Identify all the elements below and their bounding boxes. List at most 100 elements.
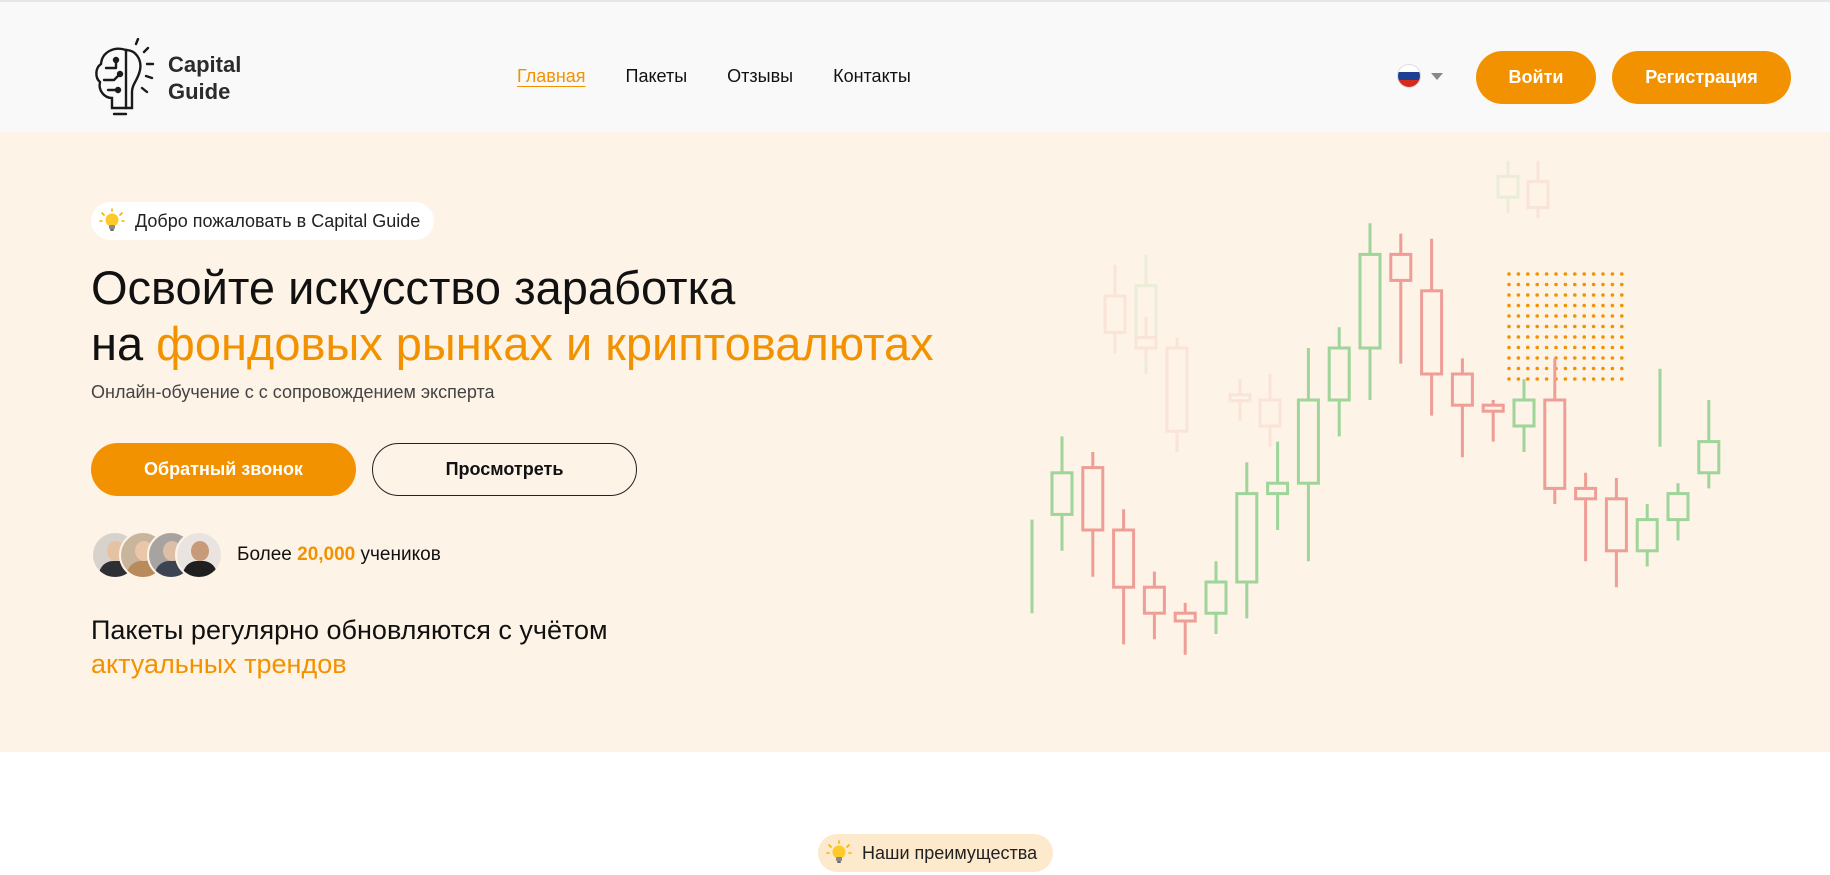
decor-dot	[1601, 272, 1605, 276]
decor-dot	[1582, 335, 1586, 339]
register-button[interactable]: Регистрация	[1612, 51, 1791, 104]
decor-dot	[1601, 345, 1605, 350]
decor-dot	[1516, 377, 1521, 381]
decor-dot	[1563, 314, 1568, 318]
decor-dot	[1535, 293, 1539, 297]
decor-dot	[1535, 282, 1539, 287]
decor-dot	[1554, 314, 1558, 318]
chart-candle	[1450, 358, 1474, 458]
decor-dot	[1610, 324, 1615, 329]
faded-candle	[1228, 379, 1252, 421]
decor-dot	[1620, 282, 1624, 287]
decor-dot	[1591, 366, 1596, 371]
decor-dot	[1591, 324, 1596, 329]
faded-candle	[1103, 264, 1127, 354]
decor-dot	[1610, 377, 1615, 381]
decor-dot	[1573, 377, 1577, 381]
students-prefix: Более	[237, 544, 292, 565]
decor-dot	[1620, 293, 1624, 297]
decor-dot	[1610, 282, 1615, 287]
students-text: Более 20,000 учеников	[237, 544, 441, 566]
view-button[interactable]: Просмотреть	[372, 443, 637, 496]
decor-dot	[1582, 377, 1586, 381]
decor-dot	[1573, 272, 1577, 276]
decor-dot	[1573, 356, 1577, 360]
decor-dot	[1516, 303, 1521, 308]
decor-dot	[1526, 314, 1530, 318]
decor-dot	[1573, 303, 1577, 308]
decor-dot	[1507, 366, 1511, 371]
chart-candle	[1481, 400, 1505, 442]
chart-candle	[1204, 561, 1228, 634]
decor-dot	[1526, 324, 1530, 329]
decor-dot	[1544, 345, 1549, 350]
decor-dot	[1563, 377, 1568, 381]
decor-dot	[1563, 324, 1568, 329]
welcome-badge: Добро пожаловать в Capital Guide	[91, 202, 435, 240]
decor-dot	[1563, 282, 1568, 287]
decor-dot	[1582, 356, 1586, 360]
decor-dot	[1620, 324, 1624, 329]
welcome-text: Добро пожаловать в Capital Guide	[135, 210, 421, 231]
decor-dot	[1554, 335, 1558, 339]
decor-dot	[1620, 356, 1624, 360]
decor-dot	[1620, 303, 1624, 308]
decor-dot	[1563, 345, 1568, 350]
students-count: 20,000	[297, 544, 356, 565]
hero-subline: Онлайн-обучение с с сопровождением экспе…	[91, 382, 495, 402]
chart-candle	[1081, 452, 1105, 577]
decor-dot	[1544, 303, 1549, 308]
callback-button[interactable]: Обратный звонок	[91, 443, 356, 496]
decor-dot	[1610, 293, 1615, 297]
logo[interactable]: Capital Guide	[92, 38, 241, 118]
nav-item-packages[interactable]: Пакеты	[626, 66, 688, 87]
language-selector[interactable]	[1397, 64, 1443, 88]
login-button[interactable]: Войти	[1476, 51, 1596, 104]
decor-dot	[1535, 356, 1539, 360]
chart-candle	[1389, 233, 1413, 364]
lightbulb-icon	[99, 208, 125, 231]
decor-dot	[1573, 345, 1577, 350]
decor-dot	[1507, 377, 1511, 381]
decor-dot	[1591, 314, 1596, 318]
decor-dot	[1507, 293, 1511, 297]
decor-dot	[1620, 345, 1624, 350]
decor-dot	[1535, 335, 1539, 339]
dot-grid-decoration	[1507, 272, 1624, 381]
decor-dot	[1610, 366, 1615, 371]
nav-item-contacts[interactable]: Контакты	[833, 66, 911, 87]
decor-dot	[1620, 335, 1624, 339]
chart-candle	[1266, 441, 1290, 530]
hero-section: Добро пожаловать в Capital Guide Освойте…	[0, 132, 1830, 752]
nav-item-home[interactable]: Главная	[517, 66, 586, 87]
decor-dot	[1610, 356, 1615, 360]
decor-dot	[1526, 377, 1530, 381]
candlestick-illustration	[1030, 160, 1721, 655]
decor-dot	[1582, 345, 1586, 350]
avatar	[175, 531, 223, 579]
decor-dot	[1601, 366, 1605, 371]
hero-headline: Освойте искусство заработка на фондовых …	[91, 260, 934, 372]
decor-dot	[1507, 282, 1511, 287]
decor-dot	[1516, 293, 1521, 297]
decor-dot	[1516, 345, 1521, 350]
decor-dot	[1554, 345, 1558, 350]
decor-dot	[1544, 293, 1549, 297]
chart-candle	[1420, 238, 1444, 416]
chart-candle	[1604, 478, 1628, 588]
decor-dot	[1544, 335, 1549, 339]
decor-dot	[1535, 314, 1539, 318]
decor-dot	[1544, 356, 1549, 360]
nav-item-reviews[interactable]: Отзывы	[727, 66, 793, 87]
decor-dot	[1582, 314, 1586, 318]
decor-dot	[1535, 324, 1539, 329]
decor-dot	[1620, 377, 1624, 381]
decor-dot	[1516, 356, 1521, 360]
logo-line-2: Guide	[168, 79, 231, 104]
headline-line-2-accent: фондовых рынках и криптовалютах	[156, 317, 934, 370]
decor-dot	[1535, 377, 1539, 381]
decor-dot	[1554, 303, 1558, 308]
decor-dot	[1563, 366, 1568, 371]
decor-dot	[1516, 366, 1521, 371]
decor-dot	[1563, 303, 1568, 308]
